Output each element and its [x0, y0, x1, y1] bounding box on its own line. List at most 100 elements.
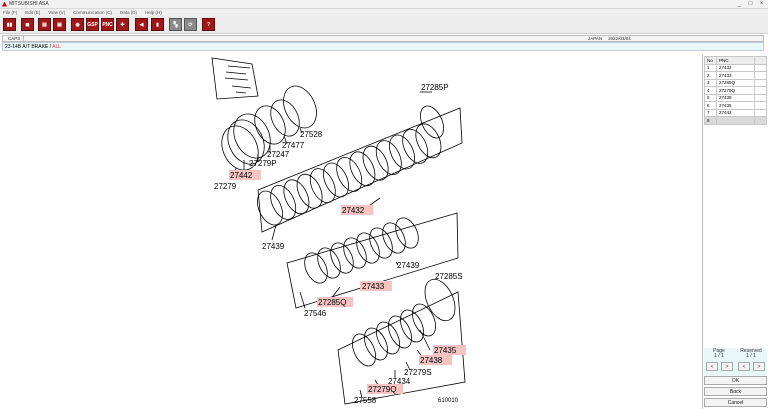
- toolbar-button-2[interactable]: ◼: [21, 18, 34, 31]
- menu-communication[interactable]: Communication (C): [73, 10, 112, 15]
- table-row[interactable]: 6 27435: [704, 101, 767, 110]
- tab-strip: CAPS JAPAN 2022/03/04: [2, 35, 764, 42]
- toolbar-button-8[interactable]: ✚: [116, 18, 129, 31]
- row-extra: [754, 63, 767, 72]
- table-row[interactable]: 4 27279Q: [704, 86, 767, 95]
- print-button[interactable]: ▤: [38, 18, 51, 31]
- toolbar: ▮▮ ◼ ▤ ▣ ◉ GSP PNC ✚ ◀ ▮ ▚ ⟳ ?: [0, 16, 768, 34]
- part-label-27439-b[interactable]: 27439: [397, 261, 420, 270]
- part-label-27285P[interactable]: 27285P: [421, 83, 449, 92]
- part-label-27279S[interactable]: 27279S: [404, 368, 432, 377]
- menu-bar: File (F) Edit (E) View (V) Communication…: [0, 9, 768, 16]
- clutch-disc: [352, 333, 376, 367]
- toolbar-button-5[interactable]: ◉: [71, 18, 84, 31]
- header-no: No: [704, 56, 717, 65]
- row-no: 3: [704, 78, 717, 87]
- part-label-27432[interactable]: 27432: [342, 206, 365, 215]
- row-pnc: 27285Q: [716, 78, 755, 87]
- exploded-view-drawing: 27528 27477 27247 27279P 27442 27279 272…: [211, 57, 466, 405]
- cancel-button[interactable]: Cancel: [704, 398, 767, 407]
- part-label-27433[interactable]: 27433: [362, 282, 385, 291]
- part-label-27558[interactable]: 27558: [354, 396, 377, 405]
- row-pnc: 27438: [716, 93, 755, 102]
- clutch-disc: [412, 303, 436, 337]
- row-extra: [754, 93, 767, 102]
- pagination-box: Page 1 / 1 Reserved 1 / 1 < > < >: [704, 348, 767, 376]
- diagram-code: 610010: [438, 398, 459, 404]
- part-label-27438[interactable]: 27438: [420, 356, 443, 365]
- row-pnc: 27442: [716, 108, 755, 117]
- table-row[interactable]: 3 27285Q: [704, 78, 767, 87]
- part-label-27279P[interactable]: 27279P: [249, 159, 277, 168]
- menu-help[interactable]: Help (H): [145, 10, 162, 15]
- clutch-disc: [317, 247, 341, 279]
- part-label-27528[interactable]: 27528: [300, 130, 323, 139]
- region-label: JAPAN: [588, 36, 603, 41]
- part-label-27285Q[interactable]: 27285Q: [318, 298, 346, 307]
- part-label-27546[interactable]: 27546: [304, 309, 327, 318]
- app-logo-icon: [2, 1, 7, 7]
- header-pnc: PNC: [716, 56, 755, 65]
- clutch-disc: [309, 168, 336, 203]
- clutch-disc: [356, 232, 380, 264]
- clutch-disc: [296, 173, 323, 209]
- row-no: 1: [704, 63, 717, 72]
- part-label-27435[interactable]: 27435: [434, 346, 457, 355]
- gsp-button[interactable]: GSP: [86, 18, 99, 31]
- parts-diagram[interactable]: 27528 27477 27247 27279P 27442 27279 272…: [0, 55, 703, 409]
- row-no: 6: [704, 101, 717, 110]
- breadcrumb-row: 23-14B A/T BRAKE / ALL: [2, 42, 764, 51]
- table-row[interactable]: 7 27442: [704, 108, 767, 117]
- menu-file[interactable]: File (F): [3, 10, 17, 15]
- pnc-panel: No PNC 1 27432 2 27433 3 27285Q 4 27279Q 5 27…: [703, 55, 768, 409]
- part-label-27477[interactable]: 27477: [282, 141, 305, 150]
- table-row[interactable]: 2 27433: [704, 71, 767, 80]
- breadcrumb-path: 23-14B A/T BRAKE /: [5, 44, 52, 50]
- ok-button[interactable]: OK: [704, 376, 767, 385]
- table-row[interactable]: 1 27432: [704, 63, 767, 72]
- row-extra: [754, 86, 767, 95]
- close-button[interactable]: ×: [758, 1, 765, 8]
- minimize-button[interactable]: _: [736, 1, 743, 8]
- row-pnc: 27432: [716, 63, 755, 72]
- page-next-button[interactable]: >: [721, 362, 733, 371]
- reserved-next-button[interactable]: >: [753, 362, 765, 371]
- row-pnc: 27435: [716, 101, 755, 110]
- row-extra: [754, 116, 767, 125]
- part-label-27247[interactable]: 27247: [267, 150, 290, 159]
- page-prev-button[interactable]: <: [706, 362, 718, 371]
- part-label-27439-a[interactable]: 27439: [262, 242, 285, 251]
- clutch-disc: [395, 217, 419, 249]
- menu-edit[interactable]: Edit (E): [25, 10, 40, 15]
- clutch-disc: [336, 157, 363, 192]
- row-extra: [754, 101, 767, 110]
- table-row-selected[interactable]: 8: [704, 116, 767, 125]
- part-label-27279[interactable]: 27279: [214, 182, 237, 191]
- toolbar-button-12[interactable]: ⟳: [184, 18, 197, 31]
- reserved-prev-button[interactable]: <: [738, 362, 750, 371]
- part-label-27279Q[interactable]: 27279Q: [368, 385, 396, 394]
- help-button[interactable]: ?: [202, 18, 215, 31]
- row-no: 7: [704, 108, 717, 117]
- exit-button[interactable]: ▮▮: [3, 18, 16, 31]
- toolbar-button-4[interactable]: ▣: [53, 18, 66, 31]
- part-label-27442[interactable]: 27442: [230, 171, 253, 180]
- row-pnc: 27279Q: [716, 86, 755, 95]
- menu-data[interactable]: Data (D): [120, 10, 137, 15]
- breadcrumb-all-link[interactable]: ALL: [52, 44, 61, 50]
- clutch-disc: [389, 134, 415, 170]
- pnc-button[interactable]: PNC: [101, 18, 114, 31]
- toolbar-button-9[interactable]: ◀: [135, 18, 148, 31]
- clutch-disc: [362, 145, 389, 181]
- table-row[interactable]: 5 27438: [704, 93, 767, 102]
- toolbar-button-10[interactable]: ▮: [151, 18, 164, 31]
- back-button[interactable]: Back: [704, 387, 767, 396]
- reserved-value: 1 / 1: [746, 353, 756, 359]
- breadcrumb: 23-14B A/T BRAKE / ALL: [5, 44, 61, 51]
- row-no: 2: [704, 71, 717, 80]
- maximize-button[interactable]: □: [747, 1, 754, 8]
- toolbar-button-11[interactable]: ▚: [169, 18, 182, 31]
- clutch-disc: [369, 227, 393, 259]
- part-label-27285S[interactable]: 27285S: [435, 272, 463, 281]
- menu-view[interactable]: View (V): [48, 10, 65, 15]
